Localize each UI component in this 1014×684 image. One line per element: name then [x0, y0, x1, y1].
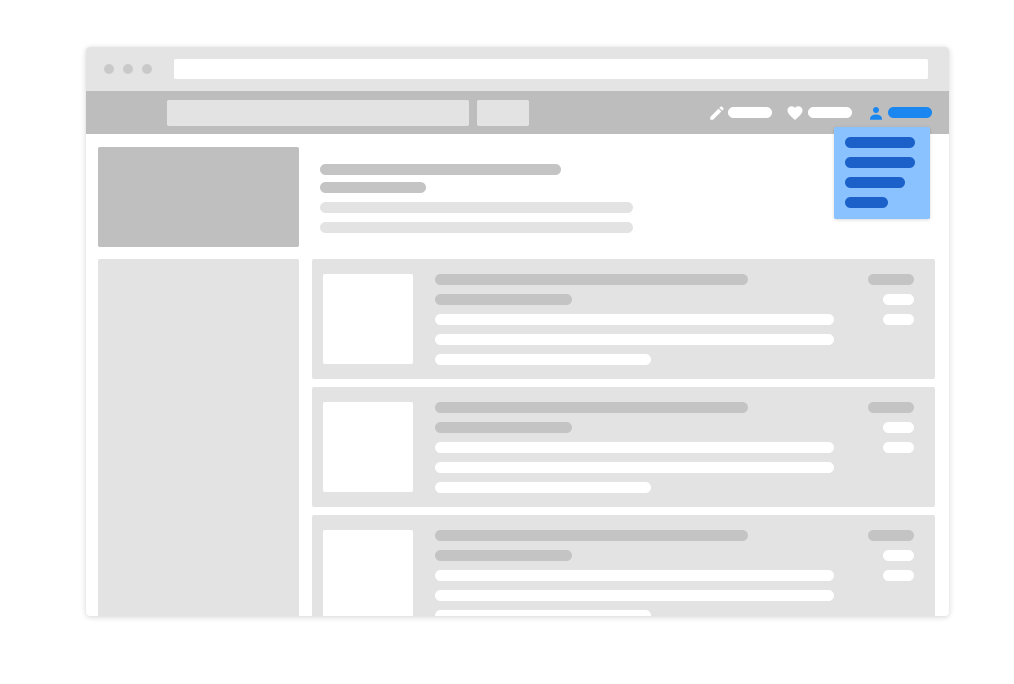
- listing-meta-primary: [868, 274, 914, 285]
- listing-title[interactable]: [435, 274, 748, 285]
- listing-meta: [883, 570, 914, 581]
- listing-meta: [883, 422, 914, 433]
- listing-text-line: [435, 442, 834, 453]
- listing-title[interactable]: [435, 530, 748, 541]
- listing-text-line: [435, 334, 834, 345]
- listing-thumbnail[interactable]: [323, 530, 413, 616]
- pencil-icon[interactable]: [708, 104, 726, 122]
- address-bar[interactable]: [174, 59, 928, 79]
- user-icon[interactable]: [867, 104, 885, 122]
- listing-meta: [883, 294, 914, 305]
- listing-meta-primary: [868, 402, 914, 413]
- listing-card[interactable]: [312, 515, 935, 616]
- listing-meta: [883, 314, 914, 325]
- listing-text-line: [435, 570, 834, 581]
- listing-meta: [883, 550, 914, 561]
- search-button[interactable]: [477, 100, 529, 126]
- listing-text-line: [435, 354, 651, 365]
- nav-favorites-label[interactable]: [808, 107, 852, 118]
- profile-image: [98, 147, 299, 247]
- nav-account-label[interactable]: [888, 107, 932, 118]
- account-menu-item[interactable]: [845, 157, 915, 168]
- listing-text-line: [435, 462, 834, 473]
- browser-chrome: [86, 47, 949, 91]
- listing-text-line: [435, 610, 651, 616]
- listing-meta: [883, 442, 914, 453]
- window-close-dot[interactable]: [104, 64, 114, 74]
- listing-text-line: [435, 590, 834, 601]
- listing-text-line: [435, 314, 834, 325]
- account-menu-item[interactable]: [845, 197, 888, 208]
- listing-card[interactable]: [312, 259, 935, 379]
- listing-subtitle: [435, 422, 572, 433]
- listing-title[interactable]: [435, 402, 748, 413]
- listing-text-line: [435, 482, 651, 493]
- listing-meta-primary: [868, 530, 914, 541]
- listing-thumbnail[interactable]: [323, 402, 413, 492]
- app-header: [86, 91, 949, 134]
- account-menu-item[interactable]: [845, 177, 905, 188]
- profile-name: [320, 164, 561, 175]
- listing-subtitle: [435, 550, 572, 561]
- listing-subtitle: [435, 294, 572, 305]
- window-minimize-dot[interactable]: [123, 64, 133, 74]
- profile-subtitle: [320, 182, 426, 193]
- listing-card[interactable]: [312, 387, 935, 507]
- account-dropdown-menu: [834, 127, 930, 219]
- browser-window: [86, 47, 949, 616]
- search-input[interactable]: [167, 100, 469, 126]
- listing-thumbnail[interactable]: [323, 274, 413, 364]
- nav-edit-label[interactable]: [728, 107, 772, 118]
- heart-icon[interactable]: [786, 104, 804, 122]
- profile-description-line: [320, 222, 633, 233]
- profile-description-line: [320, 202, 633, 213]
- account-menu-item[interactable]: [845, 137, 915, 148]
- window-maximize-dot[interactable]: [142, 64, 152, 74]
- sidebar: [98, 259, 299, 616]
